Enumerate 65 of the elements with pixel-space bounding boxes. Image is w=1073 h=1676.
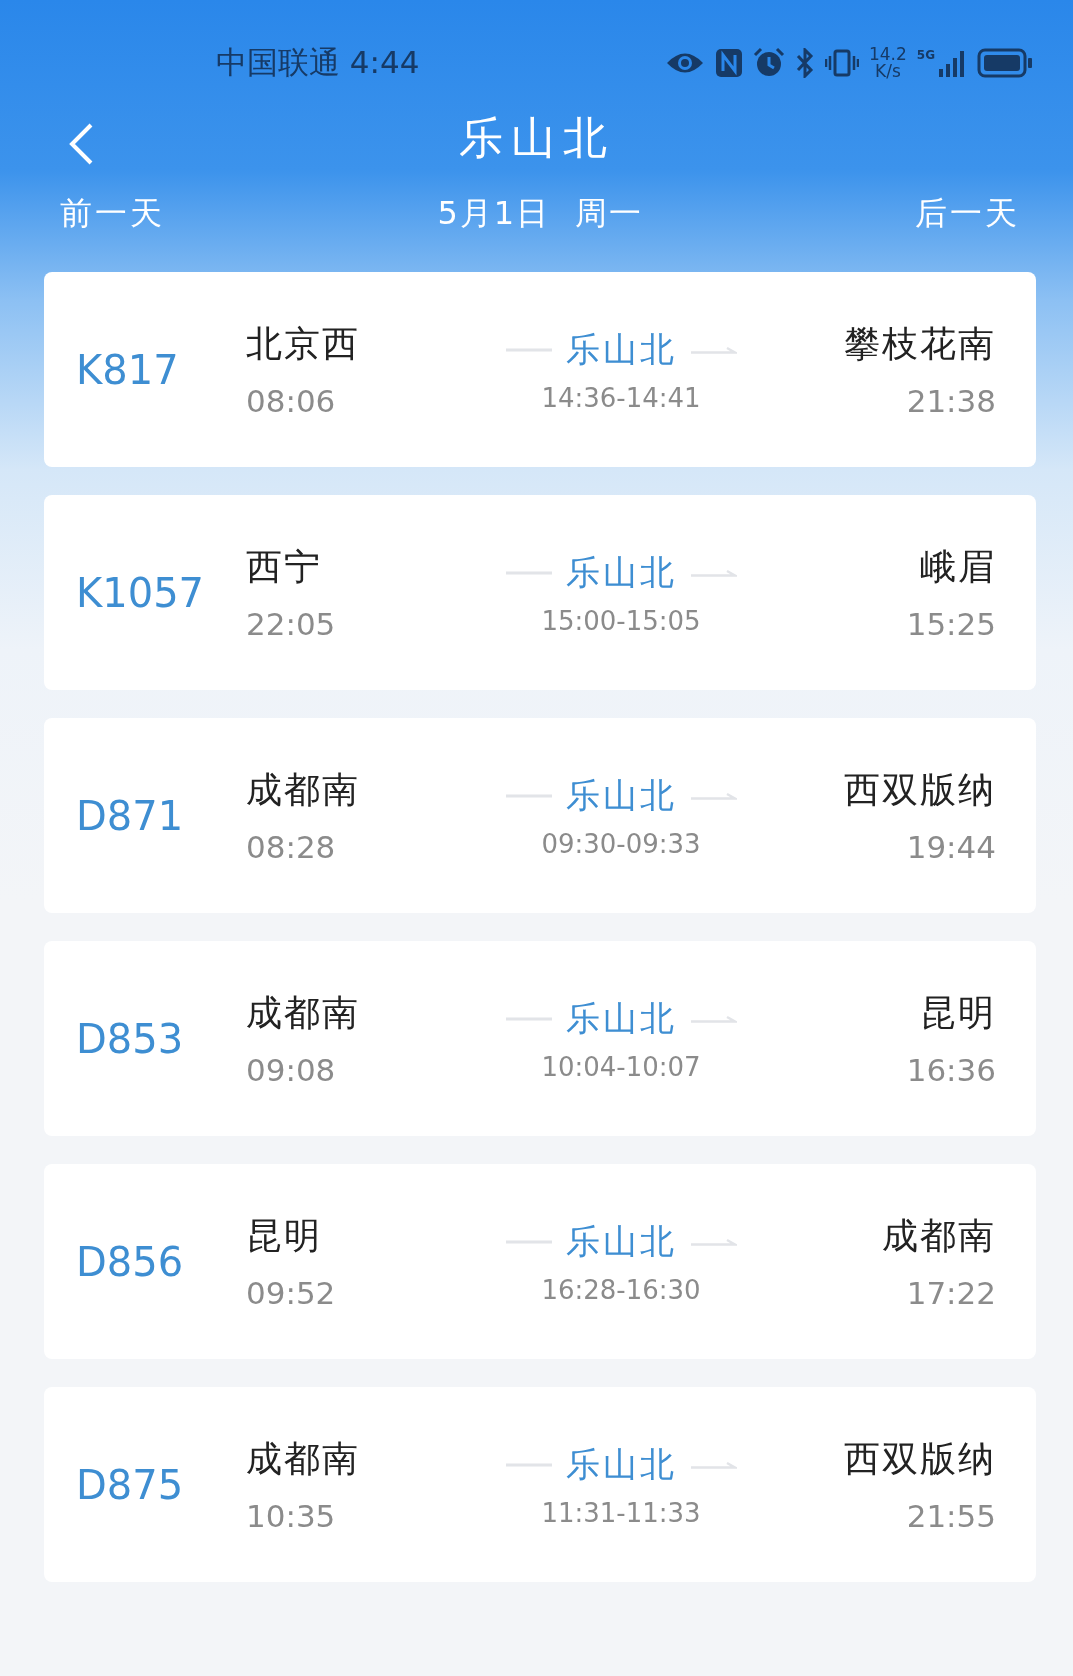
date-label: 5月1日 周一 bbox=[437, 193, 643, 234]
train-number: D856 bbox=[76, 1238, 185, 1285]
arrival-time: 16:36 bbox=[906, 1052, 996, 1088]
stop-station: 乐山北 bbox=[565, 550, 677, 594]
destination-station: 西双版纳 bbox=[844, 768, 996, 812]
departure-time: 22:05 bbox=[246, 606, 337, 642]
vibrate-icon bbox=[824, 48, 859, 78]
stop-time: 09:30-09:33 bbox=[541, 828, 701, 859]
arrival-time: 21:38 bbox=[906, 383, 996, 419]
signal-icon bbox=[937, 49, 967, 77]
page-title: 乐山北 bbox=[458, 110, 615, 165]
carrier-time: 中国联通 4:44 bbox=[216, 43, 420, 82]
train-card[interactable]: D856 昆明 09:52 乐山北 16:28-16:30 成都南 17:22 bbox=[44, 1164, 1036, 1359]
stop-time: 14:36-14:41 bbox=[541, 382, 701, 413]
line-icon bbox=[505, 347, 552, 352]
destination-station: 峨眉 bbox=[920, 545, 996, 589]
stop-station: 乐山北 bbox=[565, 1219, 677, 1263]
stop-station: 乐山北 bbox=[565, 327, 677, 371]
alarm-icon bbox=[752, 47, 785, 79]
line-icon bbox=[505, 570, 552, 575]
stop-station: 乐山北 bbox=[565, 1442, 677, 1486]
departure-time: 08:28 bbox=[246, 829, 337, 865]
stop-time: 16:28-16:30 bbox=[541, 1274, 701, 1305]
destination-station: 昆明 bbox=[920, 991, 996, 1035]
departure-time: 10:35 bbox=[246, 1498, 337, 1534]
line-icon bbox=[505, 1016, 552, 1021]
battery-icon bbox=[977, 48, 1033, 78]
origin-station: 成都南 bbox=[246, 768, 361, 812]
arrival-time: 15:25 bbox=[906, 606, 996, 642]
line-icon bbox=[505, 1239, 552, 1244]
train-card[interactable]: K817 北京西 08:06 乐山北 14:36-14:41 攀枝花南 21:38 bbox=[44, 272, 1036, 467]
bluetooth-icon bbox=[794, 48, 815, 78]
train-number: D853 bbox=[76, 1015, 185, 1062]
origin-station: 西宁 bbox=[246, 545, 323, 589]
train-number: K817 bbox=[76, 346, 180, 393]
train-number: K1057 bbox=[76, 569, 206, 616]
destination-station: 西双版纳 bbox=[844, 1437, 996, 1481]
destination-station: 成都南 bbox=[882, 1214, 996, 1258]
train-number: D871 bbox=[76, 792, 185, 839]
origin-station: 北京西 bbox=[246, 322, 361, 366]
stop-time: 11:31-11:33 bbox=[541, 1497, 701, 1528]
train-card[interactable]: K1057 西宁 22:05 乐山北 15:00-15:05 峨眉 15:25 bbox=[44, 495, 1036, 690]
train-card[interactable]: D875 成都南 10:35 乐山北 11:31-11:33 西双版纳 21:55 bbox=[44, 1387, 1036, 1582]
origin-station: 成都南 bbox=[246, 991, 361, 1035]
origin-station: 成都南 bbox=[246, 1437, 361, 1481]
network-speed: 14.2 K/s bbox=[868, 46, 907, 80]
stop-time: 15:00-15:05 bbox=[541, 605, 701, 636]
line-icon bbox=[505, 1462, 552, 1467]
stop-time: 10:04-10:07 bbox=[541, 1051, 701, 1082]
stop-station: 乐山北 bbox=[565, 773, 677, 817]
arrival-time: 21:55 bbox=[906, 1498, 996, 1534]
stop-station: 乐山北 bbox=[565, 996, 677, 1040]
destination-station: 攀枝花南 bbox=[844, 322, 996, 366]
departure-time: 09:52 bbox=[246, 1275, 337, 1311]
train-card[interactable]: D871 成都南 08:28 乐山北 09:30-09:33 西双版纳 19:44 bbox=[44, 718, 1036, 913]
arrival-time: 19:44 bbox=[906, 829, 996, 865]
network-label: 5G bbox=[916, 49, 935, 61]
departure-time: 08:06 bbox=[246, 383, 337, 419]
arrival-time: 17:22 bbox=[906, 1275, 996, 1311]
train-number: D875 bbox=[76, 1461, 185, 1508]
train-card[interactable]: D853 成都南 09:08 乐山北 10:04-10:07 昆明 16:36 bbox=[44, 941, 1036, 1136]
line-icon bbox=[505, 793, 552, 798]
departure-time: 09:08 bbox=[246, 1052, 337, 1088]
nfc-icon bbox=[714, 48, 743, 78]
origin-station: 昆明 bbox=[246, 1214, 323, 1258]
